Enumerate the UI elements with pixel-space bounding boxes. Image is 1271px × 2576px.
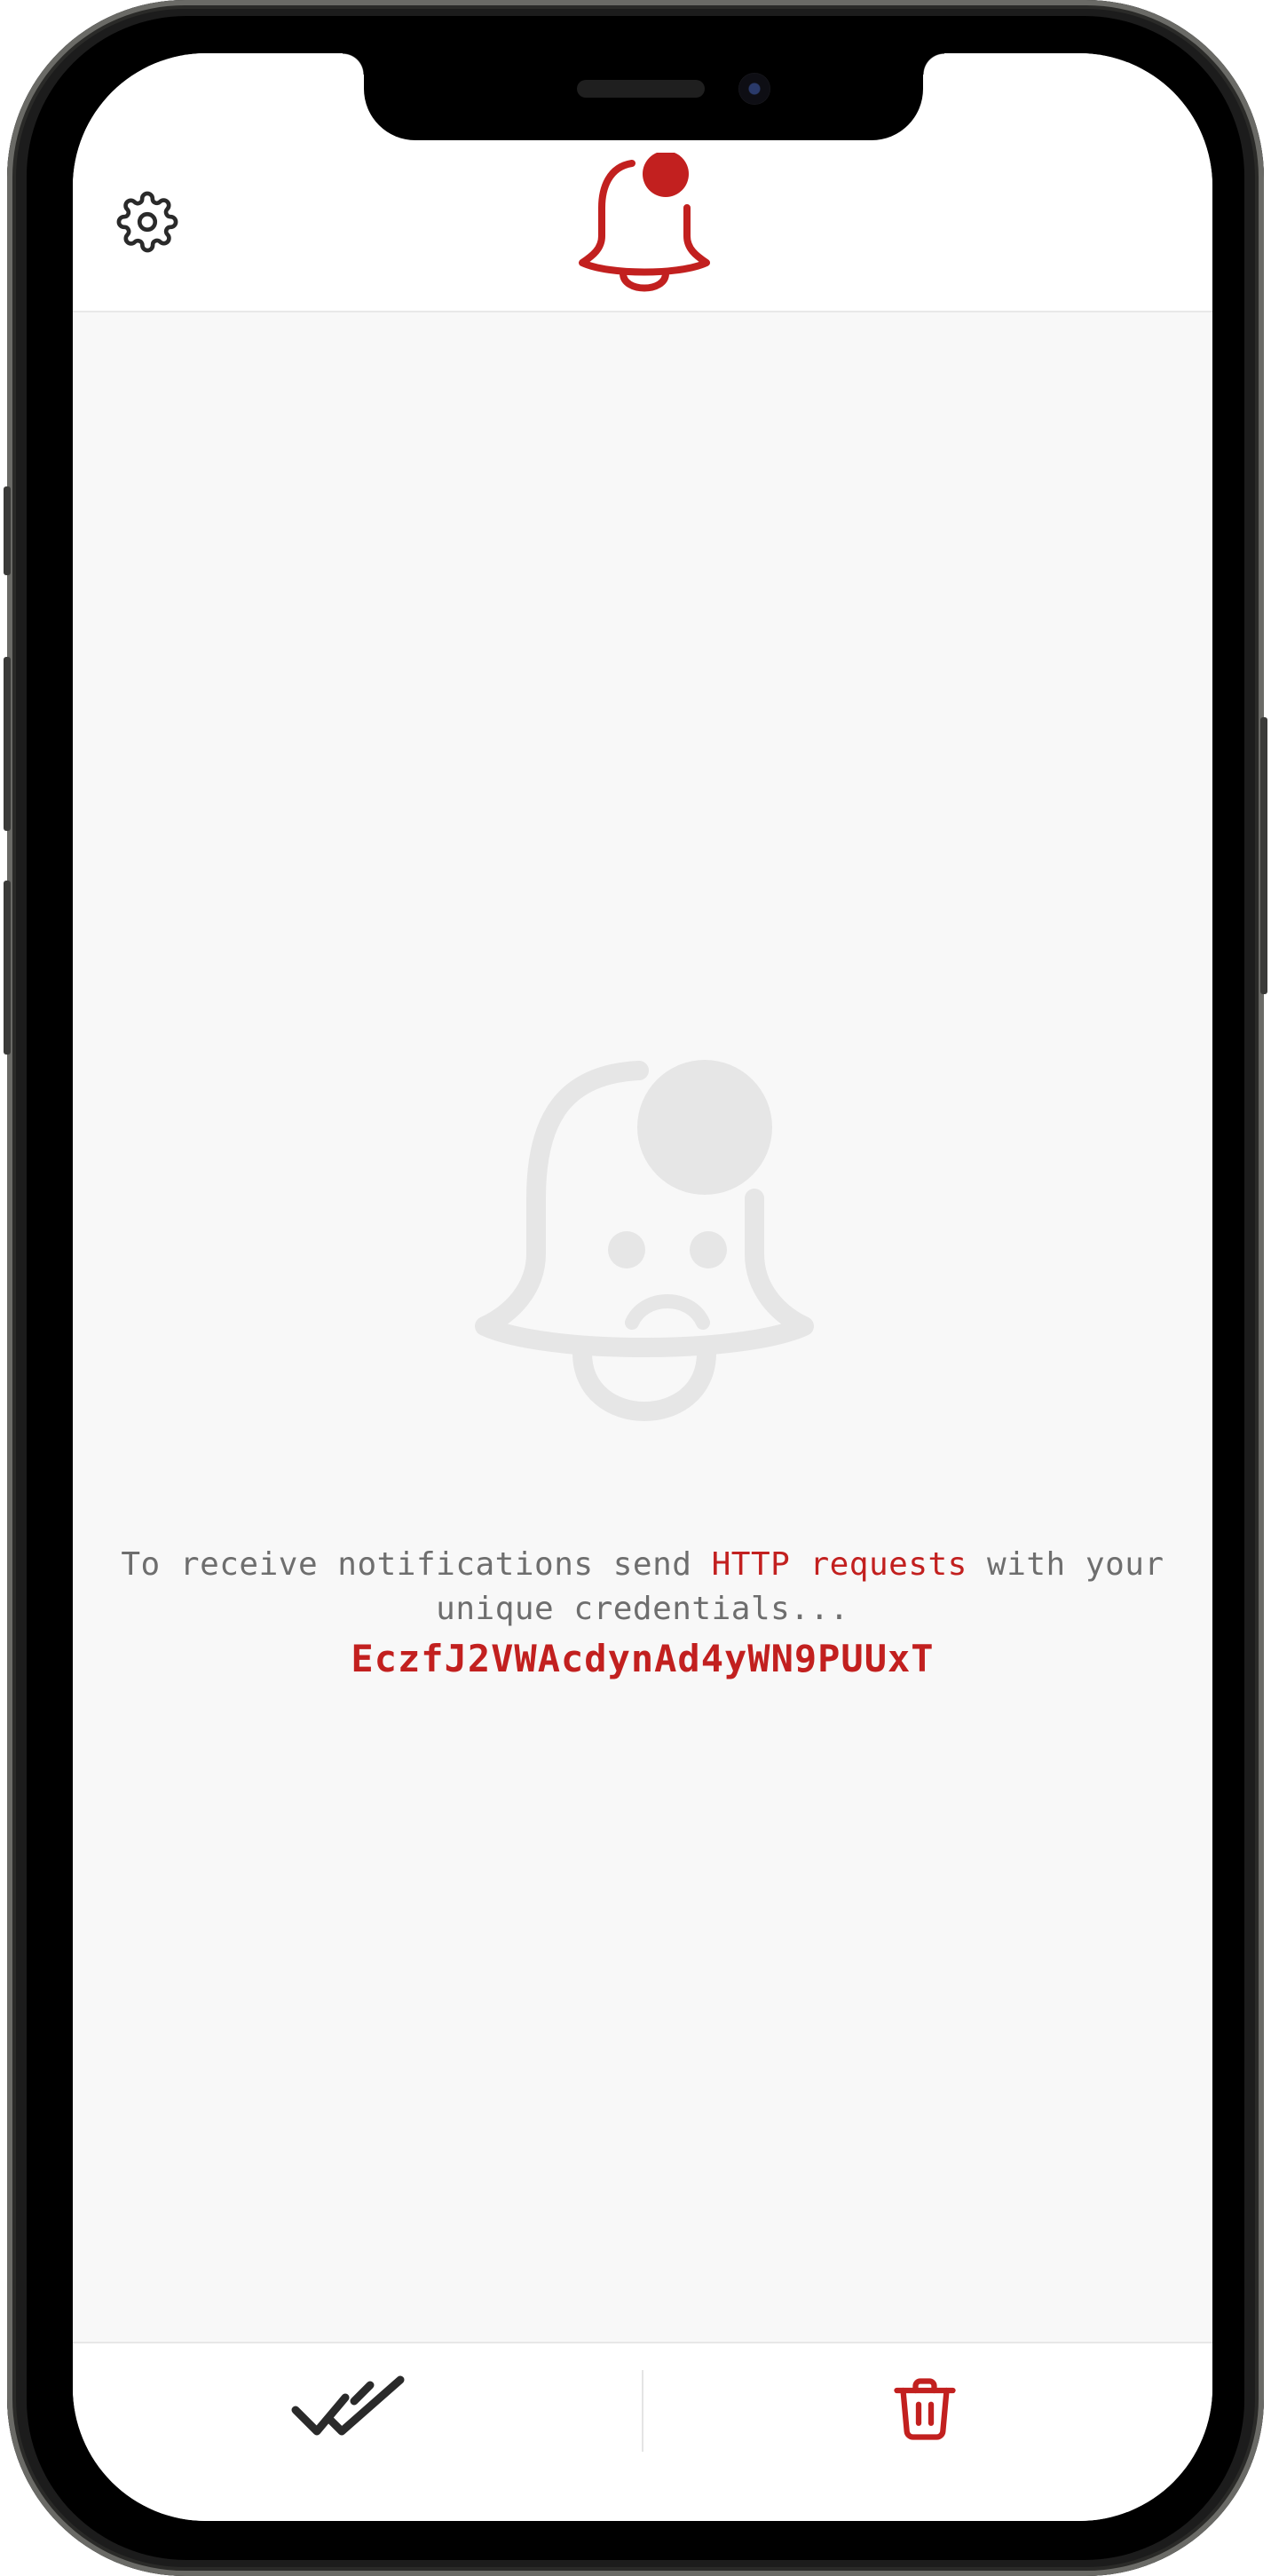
side-button-volume-down: [4, 881, 11, 1055]
bell-with-dot-icon: [579, 151, 710, 292]
message-prefix: To receive notifications send: [121, 1546, 712, 1583]
credential-token[interactable]: EczfJ2VWAcdynAd4yWN9PUUxT: [108, 1637, 1177, 1680]
front-camera: [738, 73, 770, 105]
sad-bell-icon: [475, 1060, 814, 1421]
settings-button[interactable]: [114, 188, 181, 256]
bottom-bar: [73, 2342, 1212, 2521]
empty-state-message: To receive notifications send HTTP reque…: [108, 1543, 1177, 1632]
delete-all-button[interactable]: [880, 2365, 969, 2454]
side-button-power: [1260, 717, 1267, 994]
message-highlight: HTTP requests: [711, 1546, 967, 1583]
earpiece-speaker: [577, 80, 705, 98]
mark-all-read-button[interactable]: [286, 2368, 410, 2448]
app-logo: [573, 151, 715, 295]
app-screen: To receive notifications send HTTP reque…: [73, 53, 1212, 2521]
trash-icon: [894, 2378, 956, 2440]
phone-frame: To receive notifications send HTTP reque…: [4, 0, 1267, 2576]
side-button-volume-up: [4, 657, 11, 831]
empty-state-illustration: [458, 1056, 831, 1465]
side-button-silent: [4, 486, 11, 575]
empty-state: To receive notifications send HTTP reque…: [73, 311, 1212, 2397]
bottom-bar-divider: [642, 2370, 643, 2452]
device-notch: [343, 53, 944, 140]
double-check-icon: [291, 2375, 405, 2436]
gear-icon: [116, 191, 178, 253]
